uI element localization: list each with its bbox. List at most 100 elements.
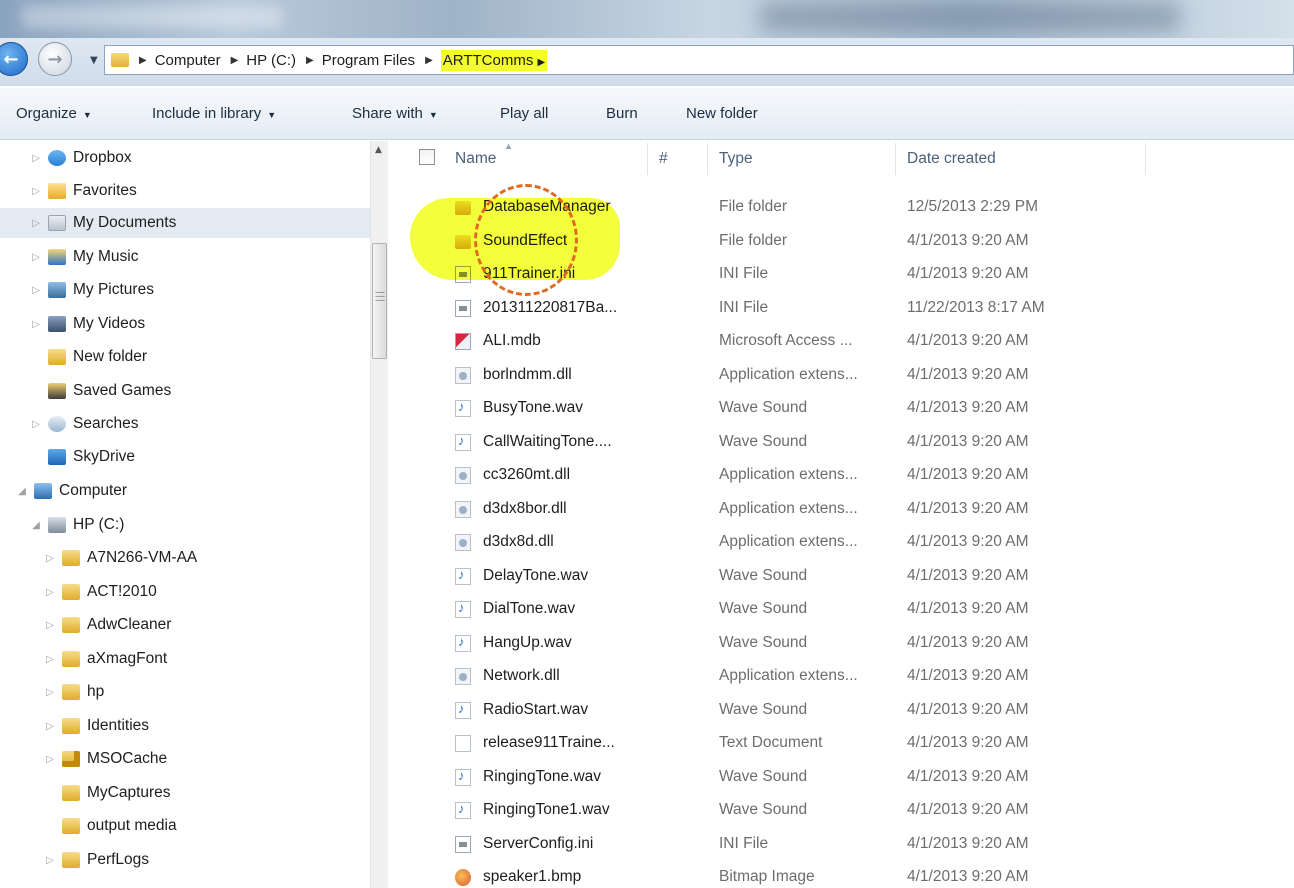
expand-icon[interactable]: ▷ (44, 587, 56, 598)
nav-item-identities[interactable]: ▷ Identities (44, 711, 149, 741)
file-row[interactable]: d3dx8d.dll Application extens... 4/1/2013 … (389, 526, 1294, 559)
nav-item-perflogs[interactable]: ▷ PerfLogs (44, 845, 149, 875)
wave-sound-icon (455, 399, 471, 417)
nav-item-mycaptures[interactable]: MyCaptures (44, 778, 171, 808)
navigation-pane-scrollbar[interactable]: ▲ — — — (370, 141, 388, 888)
computer-icon (34, 483, 52, 499)
column-divider[interactable] (1145, 143, 1146, 175)
breadcrumb-hp-c[interactable]: HP (C:) (246, 52, 296, 69)
column-header-type[interactable]: Type (719, 150, 753, 168)
chevron-right-icon[interactable]: ▶ (139, 55, 147, 66)
wave-sound-icon (455, 768, 471, 786)
column-header-date-created[interactable]: Date created (907, 150, 996, 168)
column-divider[interactable] (647, 143, 648, 175)
nav-item-my-documents[interactable]: ▷ My Documents (0, 208, 370, 238)
play-all-button[interactable]: Play all (500, 105, 548, 122)
chevron-right-icon[interactable]: ▶ (306, 55, 314, 66)
expand-icon[interactable]: ▷ (30, 252, 42, 263)
nav-item-a7n266[interactable]: ▷ A7N266-VM-AA (44, 543, 197, 573)
nav-item-label: New folder (73, 348, 148, 365)
file-row[interactable]: BusyTone.wav Wave Sound 4/1/2013 9:20 AM (389, 392, 1294, 425)
select-all-checkbox[interactable] (419, 149, 435, 165)
file-row[interactable]: RingingTone1.wav Wave Sound 4/1/2013 9:20 … (389, 794, 1294, 827)
column-divider[interactable] (895, 143, 896, 175)
file-date-created: 4/1/2013 9:20 AM (907, 868, 1029, 885)
expand-icon[interactable]: ▷ (30, 186, 42, 197)
chevron-down-icon: ▼ (267, 110, 277, 120)
nav-item-new-folder[interactable]: New folder (30, 342, 147, 372)
nav-item-saved-games[interactable]: Saved Games (30, 376, 171, 406)
nav-item-hp[interactable]: ▷ hp (44, 677, 104, 707)
expand-icon[interactable]: ▷ (30, 153, 42, 164)
forward-button[interactable]: → (38, 42, 72, 76)
recent-pages-dropdown[interactable]: ▼ (90, 55, 98, 66)
nav-item-axmagfont[interactable]: ▷ aXmagFont (44, 644, 167, 674)
nav-item-favorites[interactable]: ▷ Favorites (30, 176, 137, 206)
breadcrumb-arttcomms[interactable]: ARTTComms ▶ (440, 49, 548, 71)
file-row[interactable]: release911Traine... Text Document 4/1/2013… (389, 727, 1294, 760)
expand-icon[interactable]: ▷ (30, 319, 42, 330)
file-row[interactable]: RadioStart.wav Wave Sound 4/1/2013 9:20 AM (389, 694, 1294, 727)
file-row[interactable]: CallWaitingTone.... Wave Sound 4/1/2013 9:… (389, 426, 1294, 459)
file-row[interactable]: Network.dll Application extens... 4/1/2013… (389, 660, 1294, 693)
column-header-number[interactable]: # (659, 150, 668, 168)
nav-item-computer[interactable]: ◢ Computer (16, 476, 127, 506)
file-type: Wave Sound (719, 801, 808, 818)
nav-item-my-music[interactable]: ▷ My Music (30, 242, 138, 272)
file-row[interactable]: ServerConfig.ini INI File 4/1/2013 9:20 AM (389, 828, 1294, 861)
expand-icon[interactable]: ▷ (44, 553, 56, 564)
organize-menu[interactable]: Organize ▼ (16, 105, 92, 122)
breadcrumb-program-files[interactable]: Program Files (322, 52, 415, 69)
expand-icon[interactable]: ▷ (44, 687, 56, 698)
file-row[interactable]: DelayTone.wav Wave Sound 4/1/2013 9:20 AM (389, 560, 1294, 593)
file-row[interactable]: DialTone.wav Wave Sound 4/1/2013 9:20 AM (389, 593, 1294, 626)
file-row[interactable]: 201311220817Ba... INI File 11/22/2013 8:17… (389, 292, 1294, 325)
file-row[interactable]: borlndmm.dll Application extens... 4/1/201… (389, 359, 1294, 392)
expand-icon[interactable]: ▷ (30, 218, 42, 229)
nav-item-searches[interactable]: ▷ Searches (30, 409, 138, 439)
column-header-name[interactable]: Name (455, 150, 496, 168)
file-date-created: 4/1/2013 9:20 AM (907, 566, 1029, 584)
nav-item-label: Favorites (73, 182, 137, 199)
nav-item-hp-c[interactable]: ◢ HP (C:) (30, 510, 124, 540)
nav-item-skydrive[interactable]: SkyDrive (30, 442, 135, 472)
expand-icon[interactable]: ▷ (44, 721, 56, 732)
nav-item-dropbox[interactable]: ▷ Dropbox (30, 143, 132, 173)
nav-item-my-pictures[interactable]: ▷ My Pictures (30, 275, 154, 305)
favorites-icon (48, 183, 66, 199)
include-in-library-menu[interactable]: Include in library ▼ (152, 105, 276, 122)
nav-item-label: AdwCleaner (87, 616, 172, 633)
file-row[interactable]: HangUp.wav Wave Sound 4/1/2013 9:20 AM (389, 627, 1294, 660)
expand-icon[interactable]: ▷ (44, 855, 56, 866)
nav-item-my-videos[interactable]: ▷ My Videos (30, 309, 145, 339)
expand-icon[interactable]: ▷ (44, 754, 56, 765)
chevron-right-icon[interactable]: ▶ (538, 57, 546, 68)
nav-item-msocache[interactable]: ▷ MSOCache (44, 744, 167, 774)
share-with-menu[interactable]: Share with ▼ (352, 105, 438, 122)
burn-button[interactable]: Burn (606, 105, 638, 122)
nav-item-act2010[interactable]: ▷ ACT!2010 (44, 577, 157, 607)
expand-icon[interactable]: ▷ (30, 419, 42, 430)
nav-item-output-media[interactable]: output media (44, 811, 177, 841)
expand-icon[interactable]: ▷ (44, 654, 56, 665)
file-row[interactable]: speaker1.bmp Bitmap Image 4/1/2013 9:20 AM (389, 861, 1294, 888)
address-bar[interactable]: ▶ Computer ▶ HP (C:) ▶ Program Files ▶ A… (104, 45, 1294, 75)
scroll-up-icon[interactable]: ▲ (375, 145, 382, 155)
chevron-right-icon[interactable]: ▶ (425, 55, 433, 66)
breadcrumb-computer[interactable]: Computer (155, 52, 221, 69)
include-in-library-label: Include in library (152, 105, 262, 122)
navigation-pane: ▷ Dropbox ▷ Favorites ▷ My Documents ▷ My Mu… (0, 141, 370, 888)
collapse-icon[interactable]: ◢ (30, 520, 42, 531)
file-name: HangUp.wav (483, 633, 572, 651)
expand-icon[interactable]: ▷ (44, 620, 56, 631)
expand-icon[interactable]: ▷ (30, 285, 42, 296)
column-divider[interactable] (707, 143, 708, 175)
new-folder-button[interactable]: New folder (686, 105, 758, 122)
nav-item-adwcleaner[interactable]: ▷ AdwCleaner (44, 610, 171, 640)
chevron-right-icon[interactable]: ▶ (231, 55, 239, 66)
file-row[interactable]: RingingTone.wav Wave Sound 4/1/2013 9:20 A… (389, 761, 1294, 794)
collapse-icon[interactable]: ◢ (16, 486, 28, 497)
file-row[interactable]: cc3260mt.dll Application extens... 4/1/201… (389, 459, 1294, 492)
file-row[interactable]: ALI.mdb Microsoft Access ... 4/1/2013 9:20… (389, 325, 1294, 358)
file-row[interactable]: d3dx8bor.dll Application extens... 4/1/201… (389, 493, 1294, 526)
